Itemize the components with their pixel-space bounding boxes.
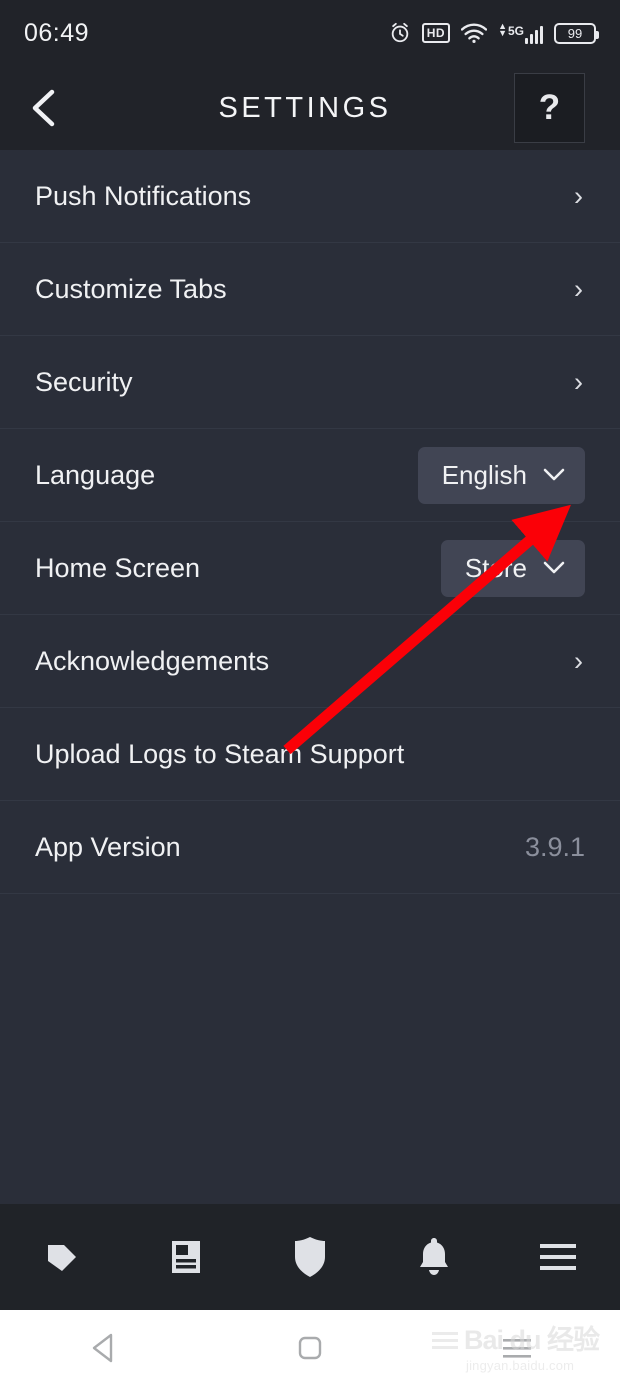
recents-icon xyxy=(502,1339,531,1358)
row-accessory: 3.9.1 xyxy=(525,832,585,863)
app-header: SETTINGS ? xyxy=(0,66,620,150)
help-button[interactable]: ? xyxy=(514,73,585,143)
wifi-icon xyxy=(461,23,488,43)
news-icon xyxy=(172,1241,200,1273)
settings-row-language[interactable]: Language English xyxy=(0,429,620,522)
triangle-back-icon xyxy=(93,1333,113,1363)
language-dropdown[interactable]: English xyxy=(417,446,585,504)
row-accessory: › xyxy=(574,366,585,397)
row-label: Home Screen xyxy=(35,552,201,583)
page-title: SETTINGS xyxy=(218,91,392,124)
status-clock: 06:49 xyxy=(24,18,90,47)
status-bar: 06:49 HD ▲ ▼ 5G 99 xyxy=(0,0,620,66)
bottom-navigation-bar xyxy=(0,1204,620,1310)
system-navigation-bar xyxy=(0,1310,620,1386)
row-label: App Version xyxy=(35,831,181,862)
settings-list: Push Notifications › Customize Tabs › Se… xyxy=(0,150,620,1204)
chevron-right-icon: › xyxy=(574,366,583,397)
tag-icon xyxy=(48,1245,76,1271)
nav-item-store[interactable] xyxy=(0,1204,124,1310)
chevron-right-icon: › xyxy=(574,273,583,304)
row-label: Language xyxy=(35,459,156,490)
nav-item-notifications[interactable] xyxy=(372,1204,496,1310)
menu-icon xyxy=(540,1244,576,1270)
system-home-button[interactable] xyxy=(207,1310,414,1386)
row-label: Customize Tabs xyxy=(35,273,227,304)
home-screen-dropdown[interactable]: Store xyxy=(440,539,585,597)
battery-icon: 99 xyxy=(554,22,599,44)
signal-5g-icon: ▲ ▼ 5G xyxy=(498,20,543,44)
row-accessory: English xyxy=(417,446,585,504)
hd-icon: HD xyxy=(421,23,451,43)
row-label: Upload Logs to Steam Support xyxy=(35,738,405,769)
bell-icon xyxy=(420,1238,448,1275)
data-arrows-icon: ▲ ▼ xyxy=(498,20,507,38)
chevron-right-icon: › xyxy=(574,645,583,676)
row-label: Security xyxy=(35,366,133,397)
row-accessory: › xyxy=(574,180,585,211)
system-back-button[interactable] xyxy=(0,1310,207,1386)
back-button[interactable] xyxy=(0,66,86,150)
square-home-icon xyxy=(298,1336,322,1360)
chevron-left-icon xyxy=(32,89,55,127)
nav-item-news[interactable] xyxy=(124,1204,248,1310)
row-label: Acknowledgements xyxy=(35,645,270,676)
language-value: English xyxy=(441,459,527,490)
row-accessory: › xyxy=(574,273,585,304)
settings-row-customize-tabs[interactable]: Customize Tabs › xyxy=(0,243,620,336)
row-accessory: Store xyxy=(440,539,585,597)
settings-row-upload-logs[interactable]: Upload Logs to Steam Support xyxy=(0,708,620,801)
phone-screen: 06:49 HD ▲ ▼ 5G 99 SETTINGS ? Push Notif… xyxy=(0,0,620,1386)
nav-item-community[interactable] xyxy=(248,1204,372,1310)
system-recents-button[interactable] xyxy=(413,1310,620,1386)
shield-icon xyxy=(295,1237,325,1277)
chevron-right-icon: › xyxy=(574,180,583,211)
settings-row-home-screen[interactable]: Home Screen Store xyxy=(0,522,620,615)
battery-level-label: 99 xyxy=(567,25,583,41)
chevron-down-icon xyxy=(543,561,565,575)
alarm-icon xyxy=(389,22,411,44)
home-screen-value: Store xyxy=(464,552,527,583)
status-icon-group: HD ▲ ▼ 5G 99 xyxy=(389,20,599,44)
chevron-down-icon xyxy=(543,468,565,482)
settings-row-security[interactable]: Security › xyxy=(0,336,620,429)
settings-row-app-version: App Version 3.9.1 xyxy=(0,801,620,894)
settings-row-acknowledgements[interactable]: Acknowledgements › xyxy=(0,615,620,708)
app-version-value: 3.9.1 xyxy=(524,831,585,862)
row-accessory: › xyxy=(574,645,585,676)
network-type-label: 5G xyxy=(507,23,524,38)
signal-bars-icon xyxy=(525,25,543,44)
settings-row-push-notifications[interactable]: Push Notifications › xyxy=(0,150,620,243)
nav-item-more[interactable] xyxy=(496,1204,620,1310)
row-label: Push Notifications xyxy=(35,180,252,211)
